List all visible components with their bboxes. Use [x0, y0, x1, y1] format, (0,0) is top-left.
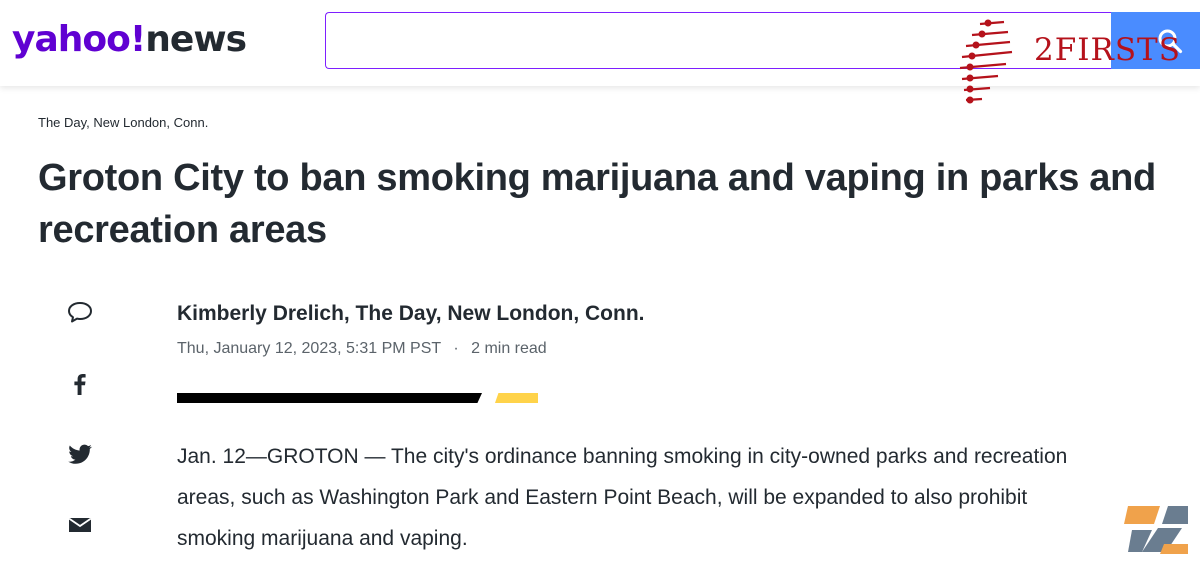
article-meta: Thu, January 12, 2023, 5:31 PM PST · 2 m…: [177, 340, 547, 358]
2firsts-watermark: 2FIRSTS: [958, 18, 1180, 108]
twitter-share-button[interactable]: [66, 440, 94, 468]
article-source[interactable]: The Day, New London, Conn.: [38, 115, 208, 130]
twitter-icon: [68, 444, 93, 464]
mail-icon: [68, 517, 92, 532]
logo-brand: yahoo!: [12, 19, 146, 60]
facebook-icon: [74, 374, 86, 395]
comment-icon: [68, 302, 92, 323]
comment-button[interactable]: [66, 298, 94, 326]
email-share-button[interactable]: [66, 511, 94, 539]
page: yahoo!news 2FIRSTS The Day, New London, …: [0, 0, 1200, 567]
meta-separator: ·: [453, 340, 459, 357]
watermark-text: 2FIRSTS: [1034, 32, 1181, 68]
logo-section: news: [145, 19, 247, 60]
read-time: 2 min read: [471, 340, 547, 357]
article-body: Jan. 12—GROTON — The city's ordinance ba…: [177, 445, 1068, 550]
watermark-mark-icon: [959, 19, 1013, 104]
divider-bar: [177, 393, 482, 403]
article-headline: Groton City to ban smoking marijuana and…: [38, 157, 1156, 251]
facebook-share-button[interactable]: [66, 370, 94, 398]
article-byline: Kimberly Drelich, The Day, New London, C…: [177, 302, 645, 325]
publish-date: Thu, January 12, 2023, 5:31 PM PST: [177, 340, 441, 357]
yahoo-news-logo[interactable]: yahoo!news: [12, 18, 247, 62]
divider-accent: [495, 393, 538, 403]
corner-logo-icon: [1124, 506, 1188, 554]
